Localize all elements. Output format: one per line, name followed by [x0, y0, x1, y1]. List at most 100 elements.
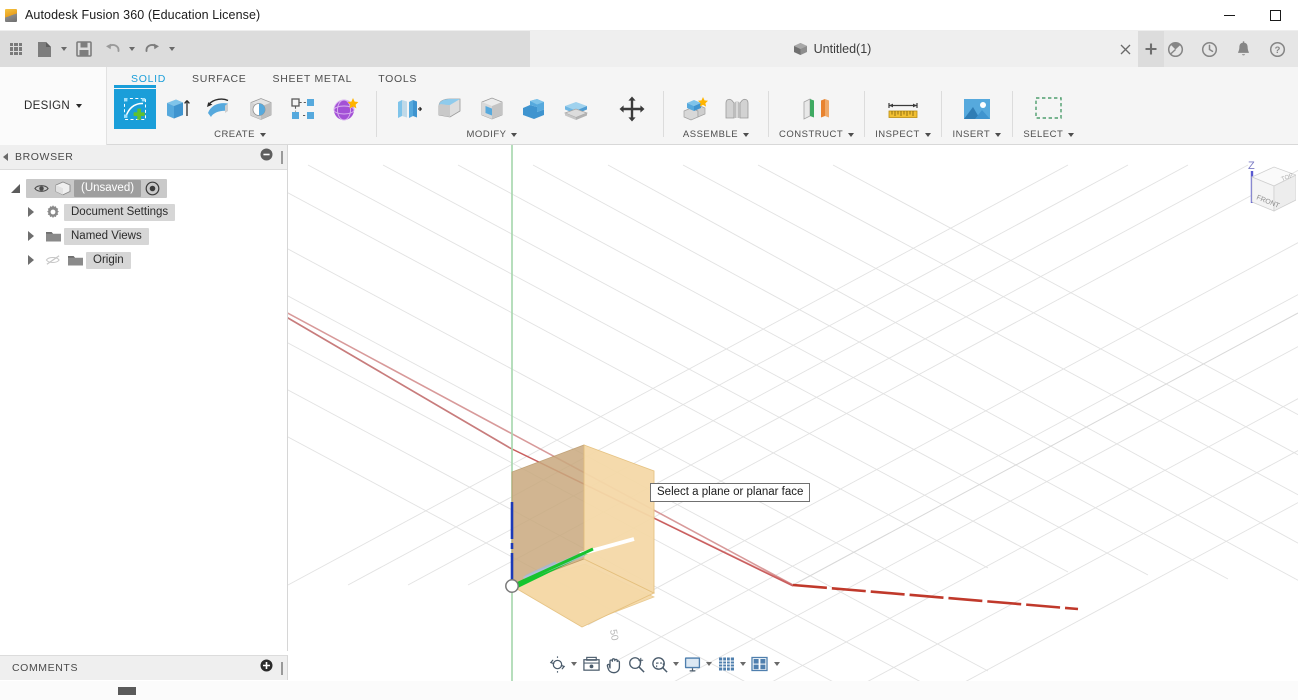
maximize-button[interactable] — [1252, 0, 1298, 31]
cube-icon — [793, 43, 807, 55]
move-copy-button[interactable] — [611, 89, 653, 129]
hole-button[interactable] — [240, 89, 282, 129]
view-cube[interactable]: Z FRONT TOP — [1240, 155, 1298, 235]
offset-plane-button[interactable] — [789, 89, 845, 129]
display-settings-dropdown-caret[interactable] — [704, 662, 715, 666]
panel-insert-title[interactable]: INSERT — [952, 129, 1002, 140]
file-icon — [37, 41, 51, 57]
visibility-toggle-origin[interactable] — [42, 254, 64, 266]
workspace-switcher[interactable]: DESIGN — [0, 67, 107, 145]
panel-divider — [940, 91, 942, 137]
panel-gripper[interactable] — [281, 150, 283, 164]
zoom-button[interactable] — [625, 651, 648, 677]
grid-snaps-dropdown-caret[interactable] — [738, 662, 749, 666]
orbit-button[interactable] — [546, 651, 569, 677]
measure-button[interactable] — [876, 89, 930, 129]
minimize-button[interactable] — [1206, 0, 1252, 31]
panel-select-title[interactable]: SELECT — [1023, 129, 1075, 140]
panel-inspect-label: INSPECT — [875, 129, 920, 140]
document-tab-label: Untitled(1) — [813, 42, 872, 56]
grid-snaps-button[interactable] — [715, 651, 738, 677]
panel-inspect-tools — [876, 89, 930, 129]
look-at-button[interactable] — [580, 651, 603, 677]
tree-row-named-views[interactable]: Named Views — [0, 224, 287, 248]
new-component-button[interactable] — [674, 89, 716, 129]
plus-icon — [1145, 43, 1157, 55]
notifications-button[interactable] — [1226, 31, 1260, 67]
eye-off-icon — [45, 255, 60, 265]
extrude-button[interactable] — [156, 89, 198, 129]
gear-icon — [42, 204, 64, 220]
display-settings-button[interactable] — [681, 651, 704, 677]
fillet-button[interactable] — [429, 89, 471, 129]
joint-button[interactable] — [716, 89, 758, 129]
create-form-button[interactable] — [324, 89, 366, 129]
activate-component-button[interactable] — [141, 181, 163, 196]
tab-surface[interactable]: SURFACE — [179, 67, 260, 85]
window-title: Autodesk Fusion 360 (Education License) — [25, 8, 261, 22]
save-button[interactable] — [70, 34, 98, 64]
minimize-icon — [1223, 15, 1235, 16]
pan-button[interactable] — [603, 651, 625, 677]
window-controls — [1206, 0, 1298, 31]
visibility-toggle[interactable] — [30, 183, 52, 194]
comments-title: COMMENTS — [12, 662, 79, 674]
pattern-button[interactable] — [282, 89, 324, 129]
viewports-icon — [751, 656, 769, 672]
select-button[interactable] — [1023, 89, 1075, 129]
expand-toggle[interactable] — [20, 255, 42, 265]
undo-dropdown-caret[interactable] — [126, 34, 138, 64]
panel-create-title[interactable]: CREATE — [214, 129, 266, 140]
viewports-dropdown-caret[interactable] — [771, 662, 782, 666]
panel-inspect-title[interactable]: INSPECT — [875, 129, 931, 140]
document-tab-close-button[interactable] — [1112, 31, 1138, 67]
panel-modify-label: MODIFY — [466, 129, 507, 140]
app-grid-button[interactable] — [2, 34, 30, 64]
zoom-window-button[interactable] — [648, 651, 671, 677]
viewport-3d[interactable]: 50 50 100 150 200 Select a plane or plan… — [288, 145, 1298, 681]
revolve-icon — [207, 98, 229, 117]
undo-button[interactable] — [98, 34, 126, 64]
revolve-button[interactable] — [198, 89, 240, 129]
tab-solid[interactable]: SOLID — [118, 67, 179, 85]
combine-button[interactable] — [513, 89, 555, 129]
extensions-button[interactable] — [1158, 31, 1192, 67]
zoom-window-dropdown-caret[interactable] — [671, 662, 682, 666]
insert-image-button[interactable] — [952, 89, 1002, 129]
file-button[interactable] — [30, 34, 58, 64]
svg-text:?: ? — [1274, 45, 1280, 56]
tree-row-origin[interactable]: Origin — [0, 248, 287, 272]
create-sketch-button[interactable] — [114, 85, 156, 129]
tab-tools[interactable]: TOOLS — [365, 67, 430, 85]
file-dropdown-caret[interactable] — [58, 34, 70, 64]
shell-button[interactable] — [471, 89, 513, 129]
panel-gripper[interactable] — [281, 661, 283, 675]
fillet-icon — [438, 98, 461, 118]
document-tab[interactable]: Untitled(1) — [530, 31, 1134, 67]
triangle-down-icon — [10, 183, 20, 193]
press-pull-button[interactable] — [387, 89, 429, 129]
tab-sheet-metal[interactable]: SHEET METAL — [260, 67, 366, 85]
tree-row-unsaved[interactable]: (Unsaved) — [0, 176, 287, 200]
help-button[interactable]: ? — [1260, 31, 1294, 67]
save-icon — [76, 41, 92, 57]
orbit-dropdown-caret[interactable] — [569, 662, 580, 666]
comments-panel[interactable]: COMMENTS — [0, 655, 288, 680]
viewports-button[interactable] — [748, 651, 771, 677]
redo-dropdown-caret[interactable] — [166, 34, 178, 64]
add-comment-button[interactable] — [260, 659, 273, 677]
arrow-left-icon[interactable] — [3, 153, 8, 161]
expand-toggle[interactable] — [20, 207, 42, 217]
split-body-button[interactable] — [555, 89, 597, 129]
panel-construct-title[interactable]: CONSTRUCT — [779, 129, 855, 140]
redo-button[interactable] — [138, 34, 166, 64]
panel-assemble-title[interactable]: ASSEMBLE — [683, 129, 750, 140]
job-status-button[interactable] — [1192, 31, 1226, 67]
expand-toggle[interactable] — [4, 183, 26, 193]
tree-row-document-settings[interactable]: Document Settings — [0, 200, 287, 224]
browser-collapse-button[interactable] — [260, 148, 273, 166]
expand-toggle[interactable] — [20, 231, 42, 241]
panel-insert: INSERT — [948, 89, 1006, 145]
panel-modify-title[interactable]: MODIFY — [467, 129, 518, 140]
tree-label-unsaved: (Unsaved) — [74, 179, 142, 197]
